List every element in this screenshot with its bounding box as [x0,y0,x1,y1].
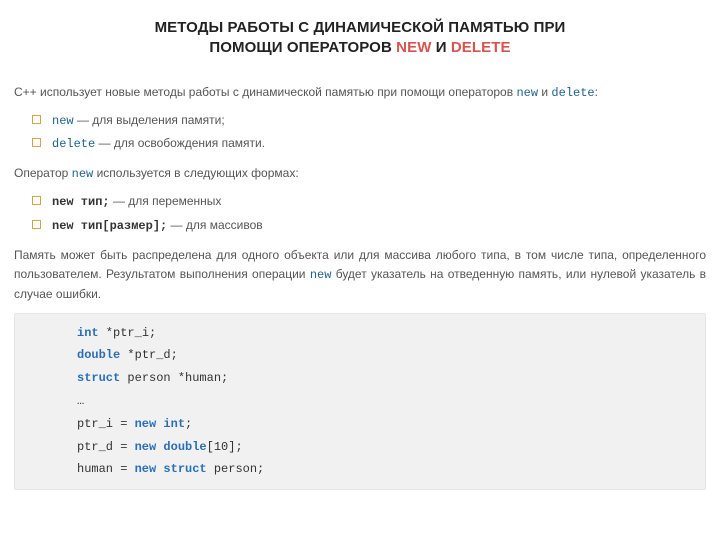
lead-pre: С++ использует новые методы работы с дин… [14,85,516,99]
title-line2-pre: ПОМОЩИ ОПЕРАТОРОВ [209,39,396,56]
code-line: int *ptr_i; [77,322,685,345]
paragraph-explain: Память может быть распределена для одног… [14,246,706,305]
lead-mid: и [538,85,551,99]
code-pre: ptr_i = [77,417,135,431]
paragraph-forms: Оператор new используется в следующих фо… [14,164,706,184]
code-line: ptr_d = new double[10]; [77,436,685,459]
bullet-code: new [52,114,74,128]
code-line: human = new struct person; [77,458,685,481]
code-post: person; [207,462,265,476]
code-line: ptr_i = new int; [77,413,685,436]
code-post: [10]; [207,440,243,454]
list-item: delete — для освобождения памяти. [32,132,710,156]
code-line: struct person *human; [77,367,685,390]
code-pre: ptr_d = [77,440,135,454]
code-kw: int [77,326,99,340]
code-line: … [77,390,685,413]
code-post: ; [185,417,192,431]
bullet-bold: new тип; [52,195,110,209]
code-kw: int [163,417,185,431]
para-op-new: new [72,167,94,181]
lead-post: : [595,85,598,99]
title-keyword-delete: DELETE [451,39,511,56]
bullet-text: — для массивов [167,218,262,232]
list-item: new тип; — для переменных [32,190,710,214]
lead-op-delete: delete [551,86,594,100]
bullet-text: — для выделения памяти; [74,113,225,127]
code-kw: struct [77,371,120,385]
code-new: new [135,440,157,454]
list-item: new тип[размер]; — для массивов [32,214,710,238]
code-rest: *ptr_d; [120,348,178,362]
document-page: МЕТОДЫ РАБОТЫ С ДИНАМИЧЕСКОЙ ПАМЯТЬЮ ПРИ… [0,0,720,504]
title-mid: И [431,39,450,56]
title-line1: МЕТОДЫ РАБОТЫ С ДИНАМИЧЕСКОЙ ПАМЯТЬЮ ПРИ [155,19,566,36]
code-new: new [135,462,157,476]
lead-paragraph: С++ использует новые методы работы с дин… [14,83,706,103]
code-block: int *ptr_i; double *ptr_d; struct person… [14,313,706,491]
para-post: используется в следующих формах: [93,166,298,180]
code-new: new [135,417,157,431]
code-ellipsis: … [77,394,84,408]
bullet-text: — для освобождения памяти. [95,136,265,150]
code-rest: person *human; [120,371,228,385]
code-rest: *ptr_i; [99,326,157,340]
bullet-bold: new тип[размер]; [52,219,167,233]
bullet-list-2: new тип; — для переменных new тип[размер… [10,190,710,238]
bullet-list-1: new — для выделения памяти; delete — для… [10,109,710,157]
code-kw: double [77,348,120,362]
code-kw: struct [163,462,206,476]
para3-op-new: new [310,268,332,282]
bullet-code: delete [52,137,95,151]
list-item: new — для выделения памяти; [32,109,710,133]
para-pre: Оператор [14,166,72,180]
title-keyword-new: NEW [396,39,431,56]
code-pre: human = [77,462,135,476]
lead-op-new: new [516,86,538,100]
code-line: double *ptr_d; [77,344,685,367]
code-kw: double [163,440,206,454]
page-title: МЕТОДЫ РАБОТЫ С ДИНАМИЧЕСКОЙ ПАМЯТЬЮ ПРИ… [50,18,670,59]
bullet-text: — для переменных [110,194,222,208]
